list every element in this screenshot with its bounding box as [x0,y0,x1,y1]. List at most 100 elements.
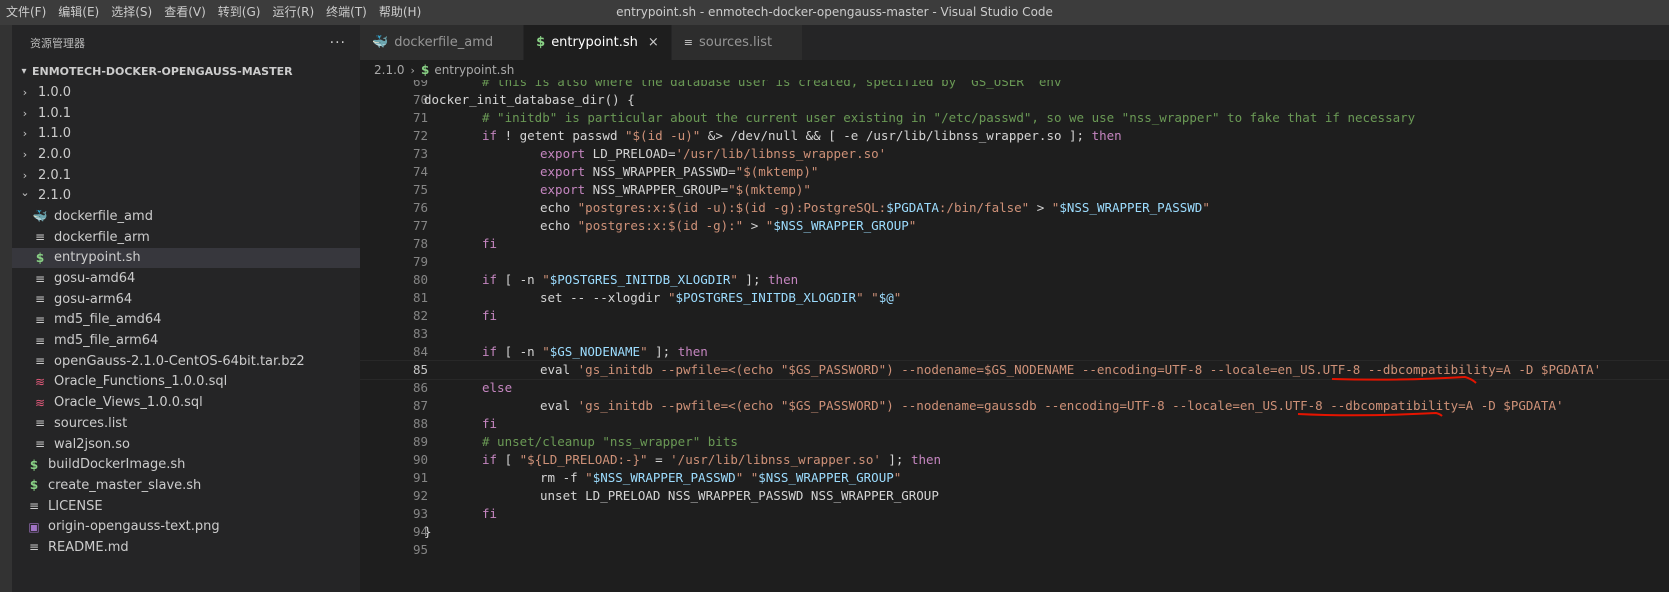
file-item[interactable]: ≋ Oracle_Views_1.0.0.sql [12,392,360,413]
code-token: $POSTGRES_INITDB_XLOGDIR [675,290,857,305]
code-token: # unset/cleanup "nss_wrapper" bits [482,434,738,449]
code-token: &> /dev/null && [ -e /usr/lib/libnss_wra… [700,128,1092,143]
line-number: 80 [412,272,428,287]
code-token: $NSS_WRAPPER_PASSWD [1059,200,1203,215]
line-number: 84 [412,344,428,359]
file-item[interactable]: ≡ LICENSE [12,496,360,517]
file-item[interactable]: ≡ gosu-arm64 [12,289,360,310]
tree-item-label: md5_file_arm64 [54,333,159,349]
code-token: " [542,272,550,287]
tree-item-label: buildDockerImage.sh [48,457,186,473]
code-line: 79 [360,253,1669,271]
code-line: 78 fi [360,235,1669,253]
code-text: echo "postgres:x:$(id -g):" > "$NSS_WRAP… [540,217,916,235]
chevron-down-icon: ▾ [21,65,27,77]
chevron-right-icon: › [22,147,28,161]
menu-item[interactable]: 终端(T) [320,0,373,25]
breadcrumb-file[interactable]: entrypoint.sh [434,63,514,77]
code-token: LD_PRELOAD= [585,146,676,161]
tree-item-label: Oracle_Views_1.0.0.sql [54,395,203,411]
code-token: :/bin/false" [938,200,1030,215]
file-item[interactable]: ≡ md5_file_arm64 [12,330,360,351]
folder-item[interactable]: › 2.0.1 [12,165,360,186]
code-line: 94} [360,523,1669,541]
code-token: fi [482,236,498,251]
file-item[interactable]: ≡ wal2json.so [12,434,360,455]
code-token: " [1202,200,1210,215]
menu-item[interactable]: 查看(V) [158,0,212,25]
more-actions-icon[interactable]: ··· [330,35,346,51]
code-line: 95 [360,541,1669,559]
file-item[interactable]: 🐳 dockerfile_amd [12,206,360,227]
file-item[interactable]: ≡ README.md [12,537,360,558]
menu-item[interactable]: 帮助(H) [373,0,427,25]
file-item[interactable]: ≡ openGauss-2.1.0-CentOS-64bit.tar.bz2 [12,351,360,372]
tab-dockerfile-amd[interactable]: 🐳 dockerfile_amd [360,25,525,60]
close-icon[interactable]: × [648,35,659,50]
line-number: 92 [412,488,428,503]
docker-icon: 🐳 [32,209,48,224]
folder-item[interactable]: › 1.0.1 [12,103,360,124]
tab-entrypoint-sh[interactable]: $ entrypoint.sh × [524,25,672,60]
code-token: " [856,290,864,305]
code-line: 74 export NSS_WRAPPER_PASSWD="$(mktemp)" [360,163,1669,181]
code-token: if [482,272,498,287]
explorer-sidebar: 资源管理器 ··· ▾ ENMOTECH-DOCKER-OPENGAUSS-MA… [12,25,360,592]
tab-label: dockerfile_amd [394,35,494,50]
code-token: then [677,344,708,359]
lines-icon: ≡ [683,36,693,49]
code-token: } [424,524,432,539]
folder-item[interactable]: › 1.1.0 [12,123,360,144]
menu-item[interactable]: 转到(G) [212,0,267,25]
code-token: '/usr/lib/libnss_wrapper.so' [670,452,881,467]
file-item[interactable]: $ create_master_slave.sh [12,475,360,496]
menu-item[interactable]: 文件(F) [0,0,52,25]
code-editor[interactable]: 69 # this is also where the database user… [360,80,1669,592]
line-number: 83 [412,326,428,341]
chevron-right-icon: › [22,85,28,99]
file-item[interactable]: ≡ md5_file_amd64 [12,310,360,331]
folder-item[interactable]: ⌄ 2.1.0 [12,185,360,206]
code-line: 71 # "initdb" is particular about the cur… [360,109,1669,127]
code-token: $POSTGRES_INITDB_XLOGDIR [549,272,731,287]
workspace-root[interactable]: ▾ ENMOTECH-DOCKER-OPENGAUSS-MASTER [12,60,360,82]
file-item[interactable]: $ buildDockerImage.sh [12,454,360,475]
code-token: if [482,128,498,143]
breadcrumb-folder[interactable]: 2.1.0 [374,63,405,77]
explorer-header: 资源管理器 ··· [12,25,360,60]
menu-item[interactable]: 编辑(E) [52,0,105,25]
file-lines-icon: ≡ [34,292,46,307]
file-item[interactable]: ≡ dockerfile_arm [12,227,360,248]
menu-item[interactable]: 运行(R) [266,0,320,25]
code-token: " [640,344,648,359]
line-number: 76 [412,200,428,215]
code-token: set -- --xlogdir [540,290,668,305]
tab-sources-list[interactable]: ≡ sources.list [671,25,804,60]
file-item[interactable]: ≋ Oracle_Functions_1.0.0.sql [12,372,360,393]
folder-item[interactable]: › 2.0.0 [12,144,360,165]
code-line: 77 echo "postgres:x:$(id -g):" > "$NSS_WR… [360,217,1669,235]
tree-item-label: gosu-amd64 [54,271,136,287]
code-text: unset LD_PRELOAD NSS_WRAPPER_PASSWD NSS_… [540,487,939,505]
file-lines-icon: ≡ [34,437,46,452]
code-text: fi [482,415,497,433]
workspace-root-label: ENMOTECH-DOCKER-OPENGAUSS-MASTER [32,64,293,78]
file-item[interactable]: ▣ origin-opengauss-text.png [12,516,360,537]
folder-item[interactable]: › 1.0.0 [12,82,360,103]
file-item[interactable]: ≡ sources.list [12,413,360,434]
code-token: " [542,344,550,359]
line-number: 71 [412,110,428,125]
file-item[interactable]: $ entrypoint.sh [12,247,360,269]
code-text: rm -f "$NSS_WRAPPER_PASSWD" "$NSS_WRAPPE… [540,469,901,487]
code-text: } [424,523,432,541]
tree-item-label: 1.1.0 [38,126,72,142]
tree-item-label: 2.1.0 [38,188,72,204]
file-lines-icon: ≡ [34,312,46,327]
file-item[interactable]: ≡ gosu-amd64 [12,268,360,289]
line-number: 94 [412,524,428,539]
code-token: export [540,146,586,161]
code-text: docker_init_database_dir() { [424,91,635,109]
code-token: eval [540,398,578,413]
menu-item[interactable]: 选择(S) [105,0,158,25]
tree-item-label: origin-opengauss-text.png [48,519,220,535]
